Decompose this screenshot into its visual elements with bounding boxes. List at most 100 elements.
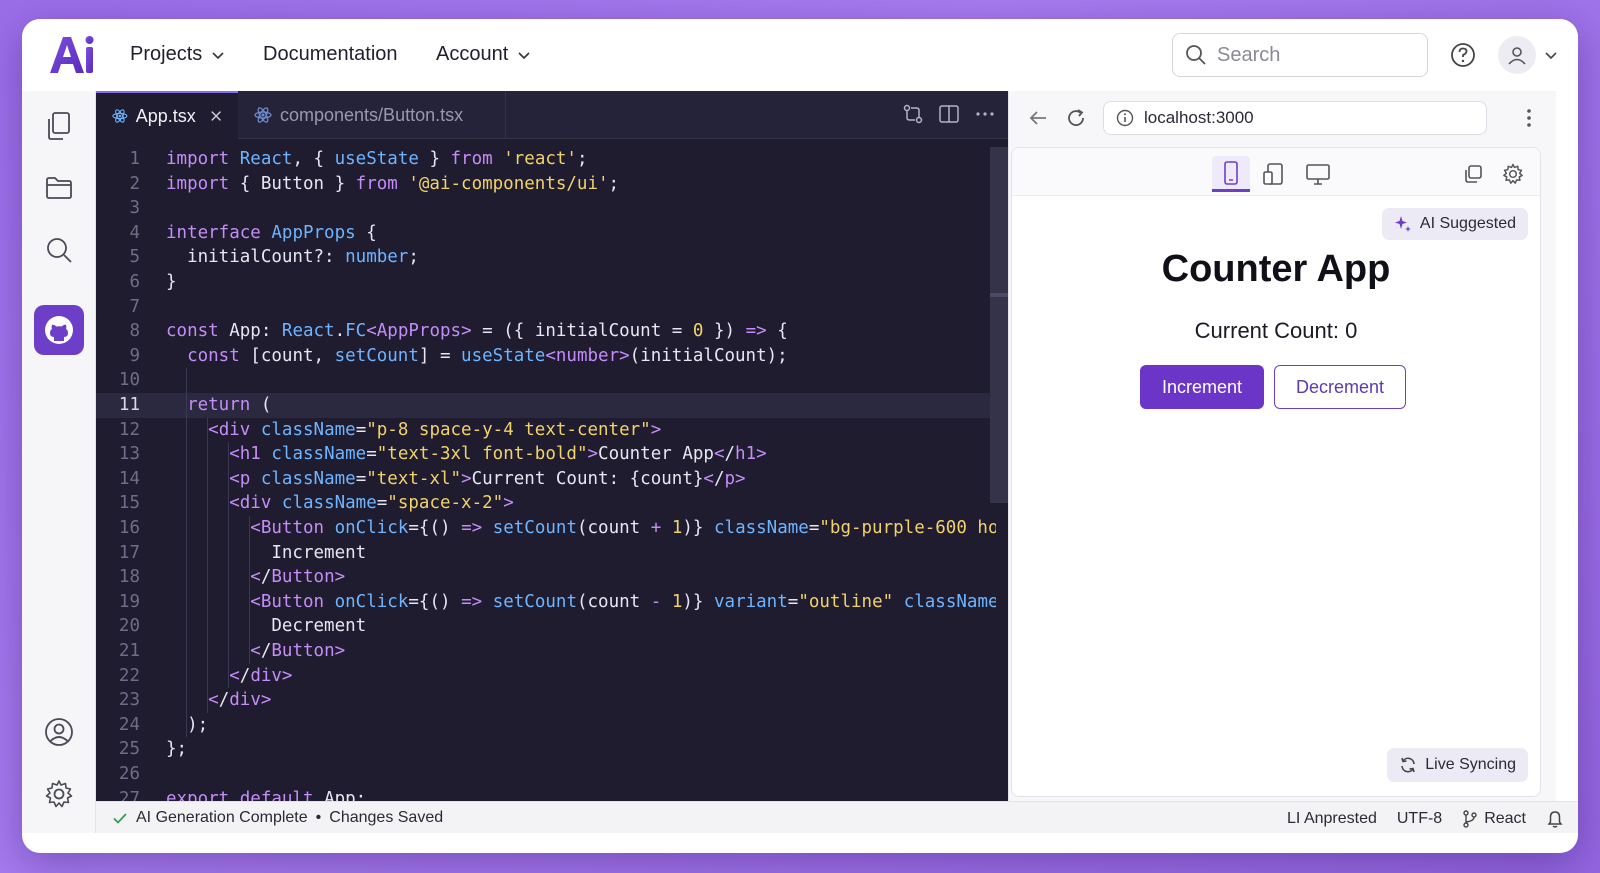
status-bar: AI Generation Complete • Changes Saved L… (96, 801, 1578, 833)
indent-guide (186, 368, 188, 738)
nav-account[interactable]: Account (436, 43, 532, 66)
live-syncing-label: Live Syncing (1425, 756, 1516, 773)
preview-frame: AI Suggested Counter App Current Count: … (1011, 147, 1541, 797)
code-text: interface AppProps { (166, 222, 377, 243)
desktop-view-button[interactable] (1299, 156, 1337, 192)
line-number: 1 (129, 149, 140, 169)
counter-app-title: Counter App (1161, 248, 1391, 290)
search-input[interactable] (1217, 43, 1397, 67)
ai-logo[interactable] (46, 33, 98, 77)
code-line[interactable]: 17 Increment (96, 541, 996, 566)
code-line[interactable]: 21 </Button> (96, 639, 996, 664)
code-line[interactable]: 7 (96, 295, 996, 320)
chevron-down-icon[interactable] (1543, 47, 1559, 63)
code-text: Increment (166, 542, 367, 563)
preview-settings-button[interactable] (1494, 156, 1532, 192)
code-line[interactable]: 6} (96, 270, 996, 295)
code-line[interactable]: 20 Decrement (96, 614, 996, 639)
code-line[interactable]: 24 ); (96, 713, 996, 738)
search-button[interactable] (34, 225, 84, 275)
tab-app-tsx[interactable]: App.tsx (96, 91, 238, 139)
tab-label: App.tsx (135, 105, 196, 126)
live-syncing-badge[interactable]: Live Syncing (1387, 748, 1528, 782)
code-line[interactable]: 22 </div> (96, 664, 996, 689)
code-line[interactable]: 2 import { Button } from '@ai-components/… (96, 172, 996, 197)
sparkle-icon (1394, 216, 1411, 232)
mobile-icon (1224, 160, 1238, 185)
code-area[interactable]: 1 import React, { useState } from 'react'… (96, 139, 996, 833)
code-editor: App.tsx components/Button.tsx 1 import Re… (96, 91, 1008, 833)
code-text: const App: React.FC<AppProps> = ({ initi… (166, 321, 788, 342)
vertical-scrollbar[interactable] (990, 147, 1008, 503)
code-line[interactable]: 9 const [count, setCount] = useState<num… (96, 344, 996, 369)
generation-status: AI Generation Complete (136, 809, 308, 826)
search-box[interactable] (1172, 33, 1428, 77)
indent-guide (228, 442, 230, 689)
line-number: 12 (118, 419, 140, 440)
help-icon[interactable] (1450, 42, 1476, 68)
github-button[interactable] (34, 305, 84, 355)
explorer-button[interactable] (34, 101, 84, 151)
code-line[interactable]: 13 <h1 className="text-3xl font-bold">Co… (96, 442, 996, 467)
line-number: 21 (118, 641, 140, 661)
code-line[interactable]: 4 interface AppProps { (96, 221, 996, 246)
line-number: 25 (118, 739, 140, 760)
desktop-icon (1306, 164, 1330, 185)
folder-button[interactable] (34, 163, 84, 213)
branch-status[interactable]: React (1462, 810, 1526, 828)
close-icon[interactable] (210, 109, 222, 123)
code-line[interactable]: 26 (96, 762, 996, 787)
split-editor-icon[interactable] (938, 103, 960, 125)
kebab-menu-icon[interactable] (1525, 107, 1533, 129)
refresh-icon[interactable] (1065, 107, 1087, 129)
code-line[interactable]: 11 return ( (96, 393, 996, 418)
encoding-status[interactable]: UTF-8 (1397, 810, 1442, 828)
nav-documentation[interactable]: Documentation (263, 43, 398, 66)
line-number: 16 (118, 518, 140, 538)
nav-projects[interactable]: Projects (130, 43, 226, 66)
back-arrow-icon[interactable] (1027, 107, 1049, 129)
settings-button[interactable] (34, 769, 84, 819)
code-text: Decrement (166, 616, 367, 637)
mobile-view-button[interactable] (1212, 156, 1250, 192)
code-line[interactable]: 25}; (96, 737, 996, 762)
code-line[interactable]: 14 <p className="text-xl">Current Count:… (96, 467, 996, 492)
preview-panel: localhost:3000 AI Suggested Counter App … (1008, 91, 1556, 833)
increment-button[interactable]: Increment (1140, 365, 1264, 409)
code-text: </Button> (250, 567, 346, 588)
info-icon (1116, 109, 1134, 127)
code-line[interactable]: 10 (96, 368, 996, 393)
react-icon (254, 107, 272, 123)
code-line[interactable]: 12 <div className="p-8 space-y-4 text-ce… (96, 418, 996, 443)
code-line[interactable]: 5 initialCount?: number; (96, 245, 996, 270)
code-line[interactable]: 19 <Button onClick={() => setCount(count… (96, 590, 996, 615)
interpreter-status[interactable]: LI Anprested (1287, 810, 1377, 828)
avatar[interactable] (1498, 36, 1536, 74)
code-line[interactable]: 15 <div className="space-x-2"> (96, 491, 996, 516)
code-line[interactable]: 8 const App: React.FC<AppProps> = ({ init… (96, 319, 996, 344)
code-line[interactable]: 1 import React, { useState } from 'react'… (96, 147, 996, 172)
code-line[interactable]: 16 <Button onClick={() => setCount(count… (96, 516, 996, 541)
files-icon (48, 112, 70, 140)
copy-icon (1465, 165, 1482, 183)
bell-icon[interactable] (1546, 809, 1564, 829)
folder-icon (46, 177, 72, 199)
nav-account-label: Account (436, 43, 509, 65)
code-line[interactable]: 18 </Button> (96, 565, 996, 590)
line-number: 15 (118, 493, 140, 514)
line-number: 14 (118, 468, 140, 489)
more-icon[interactable] (974, 103, 996, 125)
tablet-view-button[interactable] (1255, 156, 1293, 192)
code-line[interactable]: 23 </div> (96, 688, 996, 713)
line-number: 10 (118, 370, 140, 391)
code-text: import { Button } from '@ai-components/u… (166, 173, 620, 194)
code-text: }; (166, 739, 188, 760)
account-button[interactable] (34, 707, 84, 757)
decrement-button[interactable]: Decrement (1274, 365, 1406, 409)
ai-suggested-badge[interactable]: AI Suggested (1381, 208, 1528, 240)
copy-button[interactable] (1454, 156, 1492, 192)
code-line[interactable]: 3 (96, 196, 996, 221)
compare-icon[interactable] (902, 103, 924, 125)
address-bar[interactable]: localhost:3000 (1103, 101, 1487, 135)
tab-button-tsx[interactable]: components/Button.tsx (238, 91, 506, 139)
